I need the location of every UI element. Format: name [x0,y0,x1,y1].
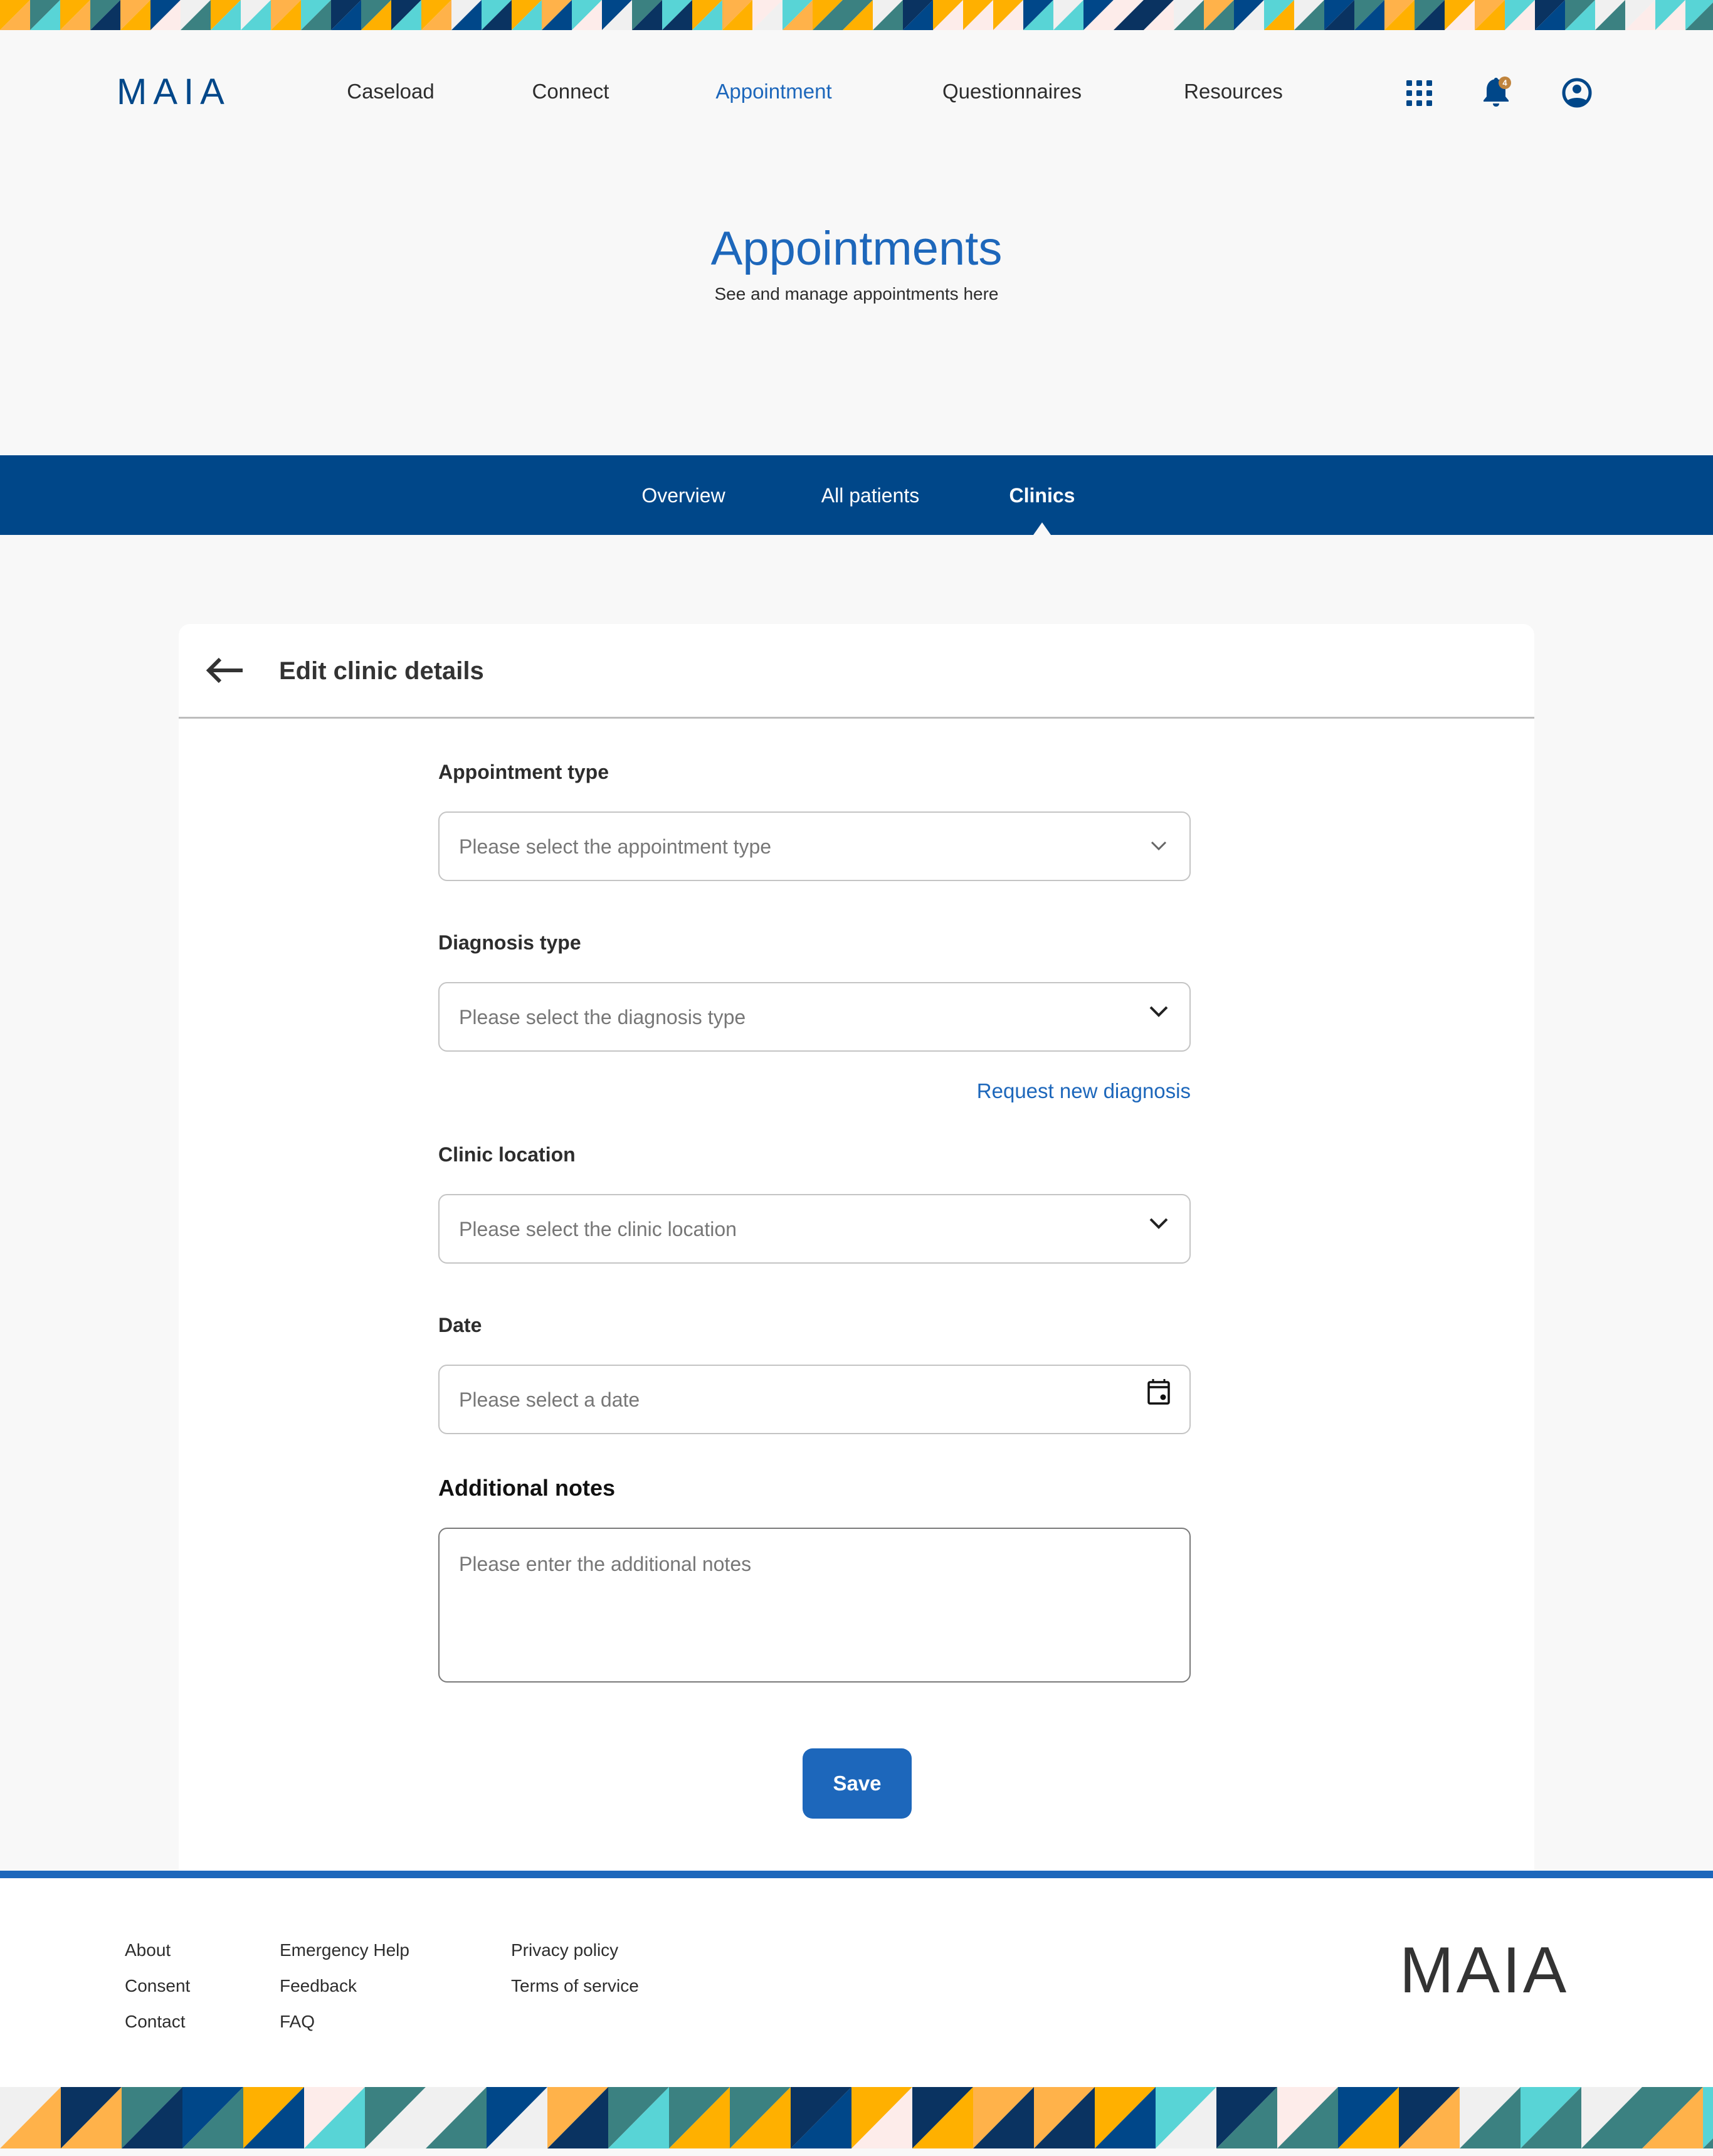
diagnosis-type-select[interactable]: Please select the diagnosis type [438,982,1191,1052]
edit-clinic-card: Edit clinic details Appointment type Ple… [179,624,1534,1872]
date-placeholder: Please select a date [459,1388,640,1411]
stripe-pattern [0,0,1713,30]
decorative-stripe-top [0,0,1713,30]
card-title: Edit clinic details [279,657,484,685]
footer-link-contact[interactable]: Contact [125,2011,186,2032]
appointment-type-select[interactable]: Please select the appointment type [438,811,1191,881]
appointment-type-label: Appointment type [438,761,609,783]
decorative-stripe-bottom [0,2087,1713,2148]
date-picker-field[interactable]: Please select a date [438,1365,1191,1434]
notification-count: 4 [1502,78,1507,88]
nav-appointment[interactable]: Appointment [715,79,831,104]
footer-link-feedback[interactable]: Feedback [280,1975,357,1997]
nav-questionnaires[interactable]: Questionnaires [942,79,1082,104]
date-label: Date [438,1314,482,1336]
footer: About Consent Contact Emergency Help Fee… [0,1878,1713,2087]
grid-icon [1406,80,1432,106]
additional-notes-label: Additional notes [438,1475,615,1501]
active-tab-indicator [1033,522,1051,535]
diagnosis-type-label: Diagnosis type [438,931,581,954]
bell-icon: 4 [1484,77,1511,107]
request-new-diagnosis-link[interactable]: Request new diagnosis [977,1079,1191,1104]
footer-link-privacy-policy[interactable]: Privacy policy [511,1940,618,1961]
diagnosis-type-placeholder: Please select the diagnosis type [459,1006,746,1028]
appointment-type-placeholder: Please select the appointment type [459,835,772,858]
additional-notes-textarea[interactable]: Please enter the additional notes [438,1528,1191,1683]
chevron-down-icon [1144,997,1173,1026]
tab-all-patients[interactable]: All patients [821,483,920,508]
clinic-location-label: Clinic location [438,1143,576,1166]
profile-button[interactable] [1558,74,1596,112]
footer-link-about[interactable]: About [125,1940,171,1961]
additional-notes-placeholder: Please enter the additional notes [459,1553,752,1575]
user-circle-icon [1562,78,1592,108]
sub-navigation-bar: Overview All patients Clinics [0,455,1713,535]
clinic-location-select[interactable]: Please select the clinic location [438,1194,1191,1264]
card-header: Edit clinic details [179,624,1534,719]
back-button[interactable] [204,652,246,689]
calendar-icon[interactable] [1144,1377,1173,1406]
notifications-button[interactable]: 4 [1477,74,1515,112]
nav-resources[interactable]: Resources [1184,79,1283,104]
tab-overview[interactable]: Overview [641,483,725,508]
chevron-down-icon [1144,1209,1173,1238]
footer-logo: MAIA [1399,1934,1569,2007]
app-logo[interactable]: MAIA [117,74,231,110]
stripe-tile [1703,2087,1713,2148]
tab-clinics[interactable]: Clinics [1009,483,1075,508]
page-subtitle: See and manage appointments here [714,284,999,304]
nav-caseload[interactable]: Caseload [347,79,434,104]
page-title: Appointments [710,222,1003,275]
footer-divider [0,1871,1713,1878]
clinic-location-placeholder: Please select the clinic location [459,1218,737,1240]
footer-link-terms-of-service[interactable]: Terms of service [511,1975,639,1997]
chevron-down-icon [1144,832,1173,860]
footer-link-emergency-help[interactable]: Emergency Help [280,1940,409,1961]
stripe-pattern [0,2087,1713,2148]
arrow-left-icon [206,657,243,684]
nav-connect[interactable]: Connect [532,79,609,104]
footer-link-faq[interactable]: FAQ [280,2011,315,2032]
apps-button[interactable] [1400,74,1438,112]
save-button[interactable]: Save [803,1748,912,1819]
footer-link-consent[interactable]: Consent [125,1975,190,1997]
